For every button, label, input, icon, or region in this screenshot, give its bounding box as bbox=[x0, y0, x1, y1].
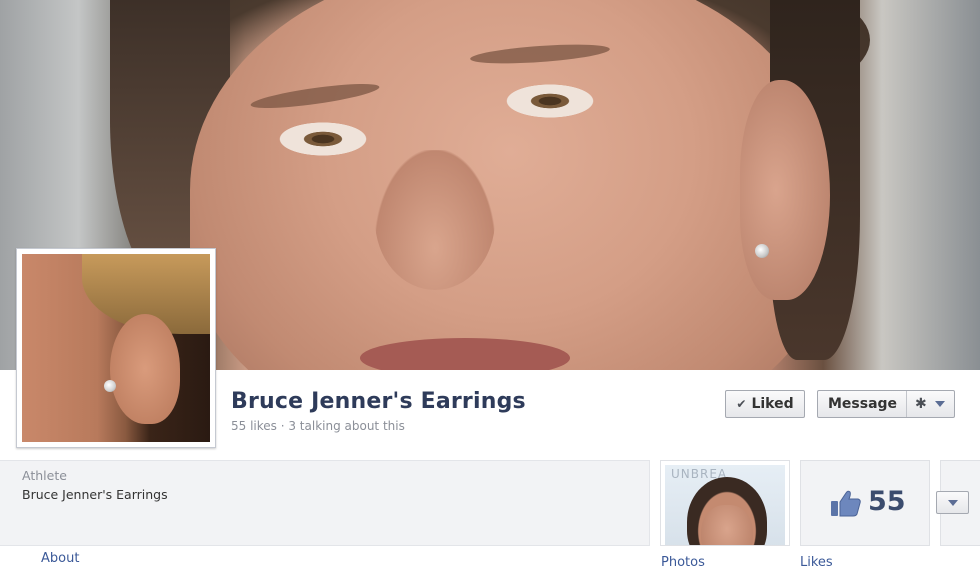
chevron-down-icon bbox=[948, 500, 958, 506]
message-button-label: Message bbox=[828, 396, 898, 412]
cover-eye-left bbox=[268, 118, 378, 160]
photos-tile[interactable]: UNBREA bbox=[660, 460, 790, 546]
page-stats: 55 likes · 3 talking about this bbox=[231, 419, 405, 433]
profile-picture[interactable] bbox=[16, 248, 216, 448]
more-apps-button[interactable] bbox=[936, 491, 969, 514]
about-link[interactable]: About bbox=[41, 551, 79, 566]
check-icon: ✔ bbox=[736, 397, 747, 411]
message-button[interactable]: Message ✱ bbox=[817, 390, 955, 418]
page-title: Bruce Jenner's Earrings bbox=[231, 389, 526, 414]
photo-face bbox=[701, 505, 753, 545]
cover-eye-right bbox=[495, 80, 605, 122]
page-description: Bruce Jenner's Earrings bbox=[22, 487, 168, 502]
liked-button-label: Liked bbox=[751, 396, 794, 412]
chevron-down-icon[interactable] bbox=[935, 401, 945, 407]
cover-lips bbox=[360, 338, 570, 370]
likes-tile[interactable] bbox=[800, 460, 930, 546]
likes-link[interactable]: Likes bbox=[800, 555, 833, 570]
photos-link[interactable]: Photos bbox=[661, 555, 705, 570]
photo-thumbnail[interactable]: UNBREA bbox=[665, 465, 785, 545]
liked-button[interactable]: ✔ Liked bbox=[725, 390, 805, 418]
profile-picture-image bbox=[22, 254, 210, 442]
cover-earring bbox=[755, 244, 769, 258]
page-category: Athlete bbox=[22, 468, 67, 483]
profile-earring bbox=[104, 380, 116, 392]
button-divider bbox=[906, 391, 907, 417]
likes-count: 55 bbox=[868, 486, 906, 517]
about-box bbox=[0, 460, 650, 546]
thumbs-up-icon bbox=[831, 490, 861, 517]
gear-icon[interactable]: ✱ bbox=[915, 396, 927, 412]
cover-nose bbox=[375, 150, 495, 290]
